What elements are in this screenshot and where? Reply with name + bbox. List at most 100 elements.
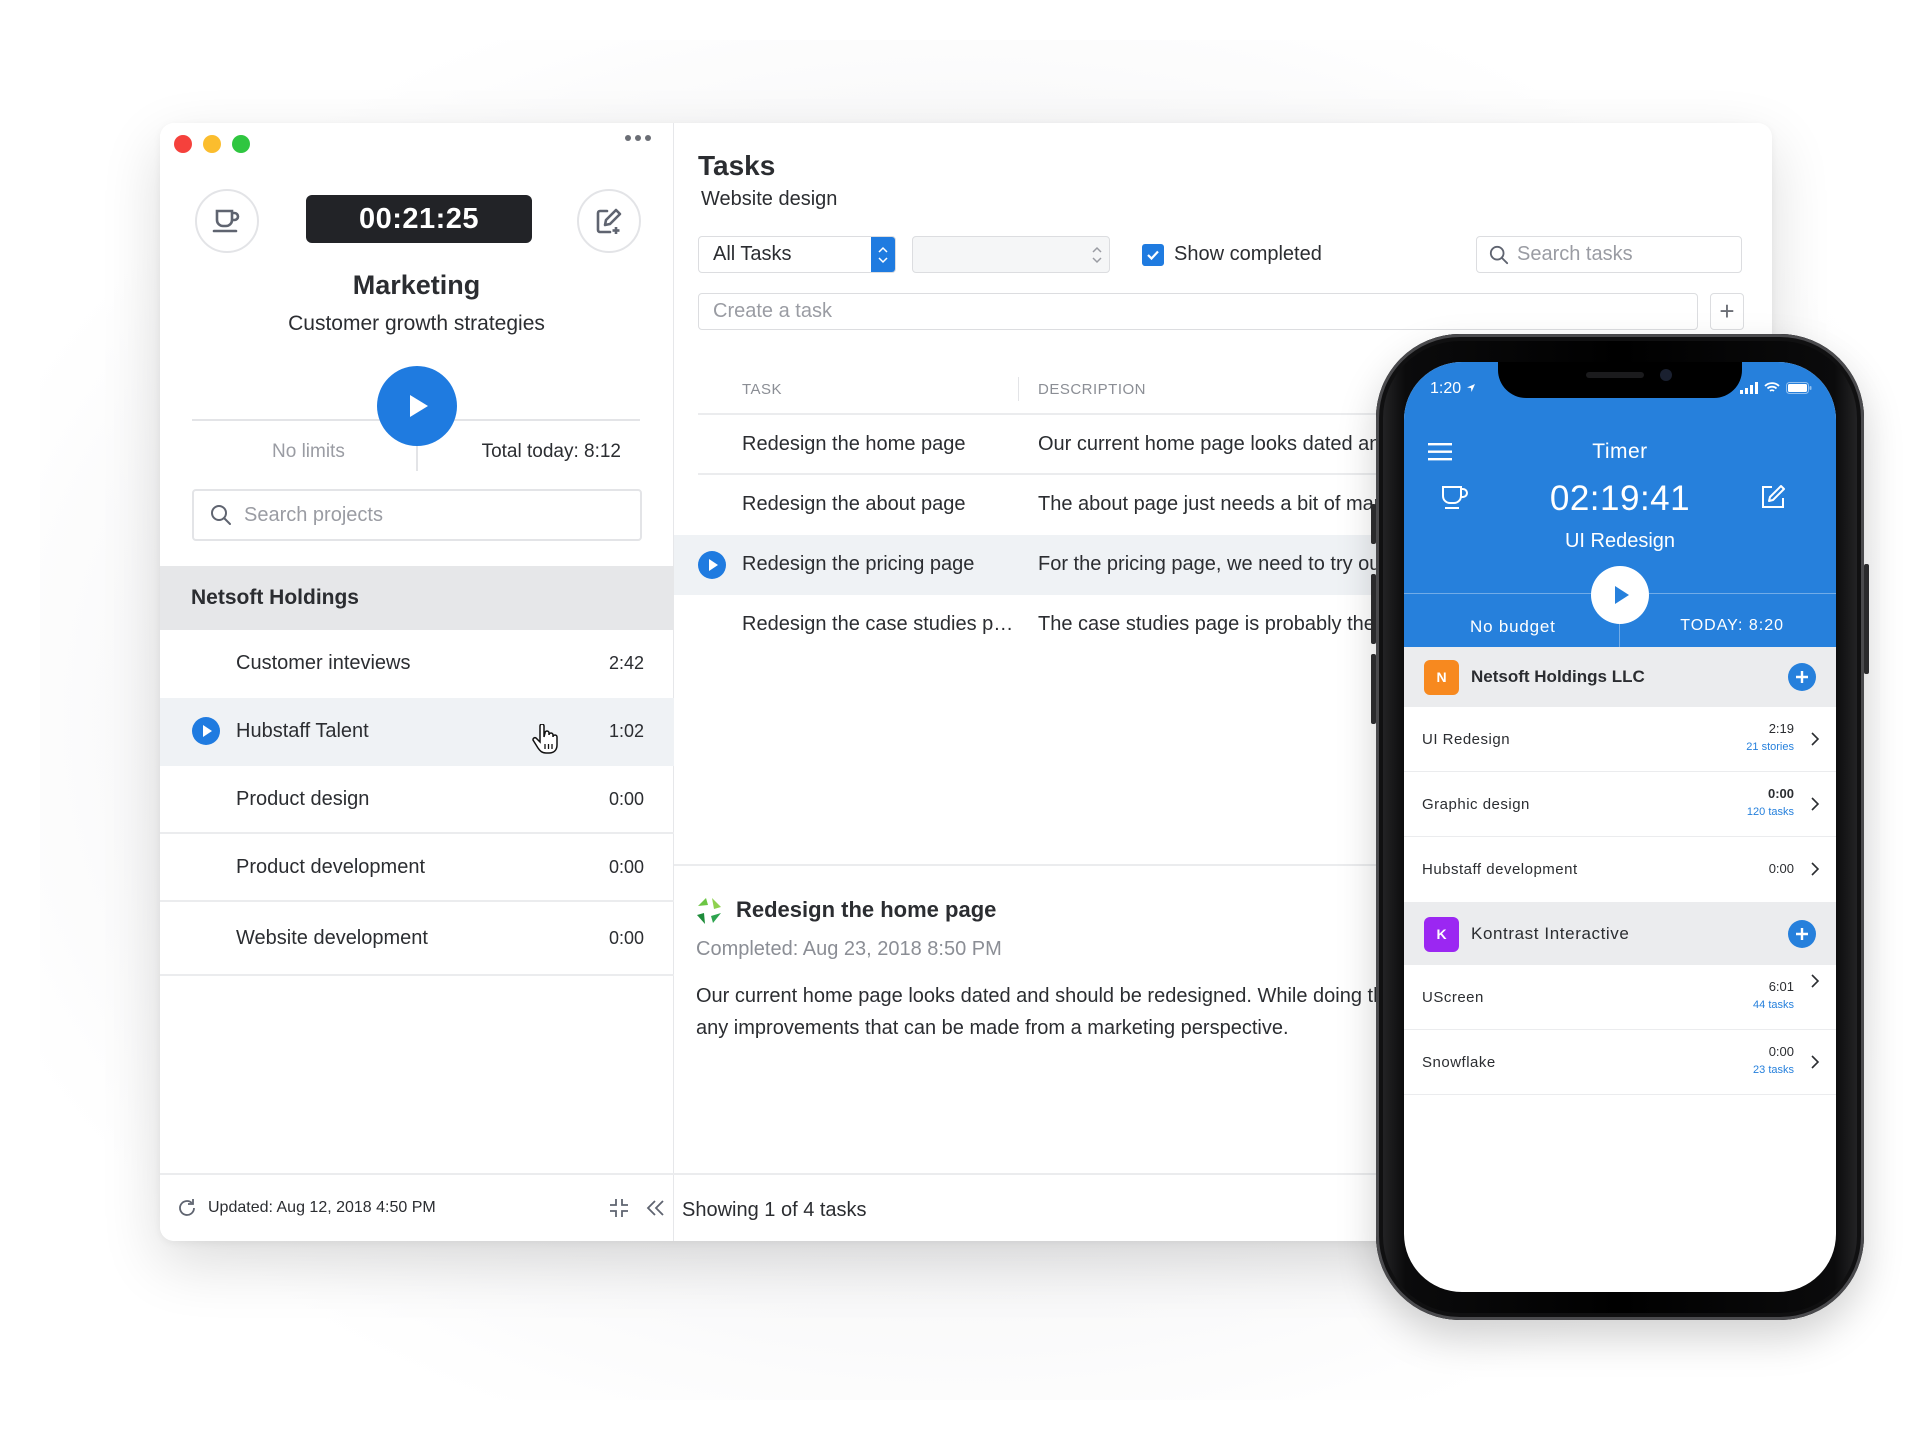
search-projects-input[interactable]	[244, 503, 624, 527]
mobile-project-name: UScreen	[1422, 989, 1484, 1006]
maximize-window-button[interactable]	[232, 135, 250, 153]
page-subtitle: Website design	[701, 188, 838, 210]
more-dot-icon	[625, 135, 631, 141]
create-task-field[interactable]	[698, 293, 1698, 330]
mobile-project-time: 0:00	[1768, 1044, 1794, 1059]
today-total-label: TODAY: 8:20	[1680, 617, 1784, 634]
add-project-button[interactable]	[1788, 920, 1816, 948]
mobile-project-time: 0:00	[1768, 861, 1794, 876]
location-arrow-icon	[1466, 384, 1475, 392]
more-options-button[interactable]	[625, 135, 651, 141]
chevron-up-down-icon	[878, 246, 888, 263]
project-name: Hubstaff Talent	[236, 719, 369, 742]
phone-notch	[1498, 362, 1742, 398]
project-name: Product design	[236, 787, 370, 810]
compact-view-icon[interactable]	[608, 1197, 630, 1219]
minimize-window-button[interactable]	[203, 135, 221, 153]
signal-icon	[1740, 382, 1758, 394]
chevron-right-icon	[1811, 732, 1820, 746]
edit-icon[interactable]	[1760, 484, 1786, 510]
status-time-text: 1:20	[1430, 380, 1462, 397]
current-project-title: Marketing	[352, 270, 481, 300]
project-row[interactable]: Product design 0:00	[160, 766, 674, 834]
mobile-current-project: UI Redesign	[1564, 530, 1676, 552]
project-row[interactable]: Website development 0:00	[160, 902, 674, 976]
mobile-project-row[interactable]: Snowflake 0:00 23 tasks	[1404, 1030, 1836, 1095]
status-bar-time: 1:20	[1430, 380, 1476, 398]
project-time: 0:00	[608, 788, 644, 809]
last-updated-text: Updated: Aug 12, 2018 4:50 PM	[208, 1199, 436, 1216]
task-detail-title: Redesign the home page	[736, 897, 997, 922]
close-window-button[interactable]	[174, 135, 192, 153]
add-note-button[interactable]	[577, 189, 641, 253]
hand-cursor-icon	[532, 724, 558, 754]
chevron-up-down-icon	[1092, 246, 1102, 263]
play-task-button[interactable]	[698, 551, 726, 579]
mobile-start-timer-button[interactable]	[1591, 566, 1649, 624]
add-project-button[interactable]	[1788, 663, 1816, 691]
show-completed-toggle[interactable]: Show completed	[1142, 243, 1322, 266]
chevron-right-icon	[1811, 862, 1820, 876]
mobile-project-name: Snowflake	[1422, 1054, 1496, 1071]
mobile-project-time: 0:00	[1767, 786, 1794, 801]
search-tasks-input[interactable]	[1517, 243, 1727, 266]
task-name: Redesign the pricing page	[742, 553, 975, 575]
phone-side-button	[1371, 574, 1376, 644]
mobile-project-row[interactable]: Hubstaff development 0:00	[1404, 837, 1836, 903]
mobile-organization-header: N Netsoft Holdings LLC	[1404, 647, 1836, 707]
column-divider[interactable]	[1018, 377, 1019, 401]
play-icon	[1615, 586, 1629, 604]
organization-badge: K	[1424, 916, 1459, 952]
column-header-task[interactable]: TASK	[742, 381, 782, 398]
mobile-project-time: 2:19	[1768, 721, 1794, 736]
task-completed-date: Completed: Aug 23, 2018 8:50 PM	[696, 938, 1002, 960]
show-completed-checkbox[interactable]	[1142, 243, 1164, 266]
mobile-project-row[interactable]: UI Redesign 2:19 21 stories	[1404, 707, 1836, 772]
mobile-project-row[interactable]: Graphic design 0:00 120 tasks	[1404, 772, 1836, 837]
checkmark-icon	[1147, 250, 1159, 260]
mobile-device: 1:20 Timer 02:19:41 UI Redesign No budge…	[1371, 334, 1869, 1320]
phone-side-button	[1864, 564, 1869, 674]
project-list: Customer inteviews 2:42 Hubstaff Talent …	[160, 630, 674, 976]
mobile-project-name: Hubstaff development	[1422, 861, 1578, 878]
task-name: Redesign the home page	[742, 433, 966, 455]
mobile-project-row[interactable]: UScreen 6:01 44 tasks	[1404, 965, 1836, 1030]
organization-badge: N	[1424, 659, 1459, 695]
create-task-input[interactable]	[713, 300, 1673, 323]
timer-display: 00:21:25	[306, 195, 532, 243]
collapse-panel-icon[interactable]	[644, 1197, 666, 1219]
status-bar-icons	[1740, 382, 1812, 394]
show-completed-label: Show completed	[1174, 243, 1322, 265]
refresh-icon[interactable]	[176, 1197, 198, 1219]
chevron-right-icon	[1811, 974, 1820, 988]
edit-note-icon	[596, 208, 622, 234]
mobile-project-name: UI Redesign	[1422, 731, 1511, 748]
task-name: Redesign the about page	[742, 493, 966, 515]
more-dot-icon	[635, 135, 641, 141]
play-project-button[interactable]	[192, 717, 220, 745]
integration-logo-icon	[697, 898, 721, 924]
mobile-organization-header: K Kontrast Interactive	[1404, 903, 1836, 965]
start-timer-button[interactable]	[377, 366, 457, 446]
wifi-icon	[1764, 382, 1780, 392]
window-controls	[174, 135, 250, 153]
task-filter-select[interactable]: All Tasks	[698, 236, 896, 273]
secondary-filter-select[interactable]	[912, 236, 1110, 273]
project-row[interactable]: Product development 0:00	[160, 834, 674, 902]
tasks-count-text: Showing 1 of 4 tasks	[682, 1199, 867, 1221]
project-row[interactable]: Hubstaff Talent 1:02	[160, 698, 674, 766]
search-icon	[211, 505, 231, 525]
more-dot-icon	[645, 135, 651, 141]
battery-icon	[1786, 382, 1812, 394]
search-tasks-field[interactable]	[1476, 236, 1742, 273]
column-header-description[interactable]: DESCRIPTION	[1038, 381, 1146, 398]
mobile-project-count: 120 tasks	[1746, 806, 1794, 818]
search-projects-field[interactable]	[192, 489, 642, 541]
add-task-button[interactable]: +	[1710, 293, 1744, 330]
select-stepper	[871, 237, 895, 272]
project-row[interactable]: Customer inteviews 2:42	[160, 630, 674, 698]
chevron-right-icon	[1811, 797, 1820, 811]
take-break-button[interactable]	[195, 189, 259, 253]
search-icon	[1489, 245, 1509, 264]
mobile-timer-header: 1:20 Timer 02:19:41 UI Redesign No budge…	[1404, 362, 1836, 647]
